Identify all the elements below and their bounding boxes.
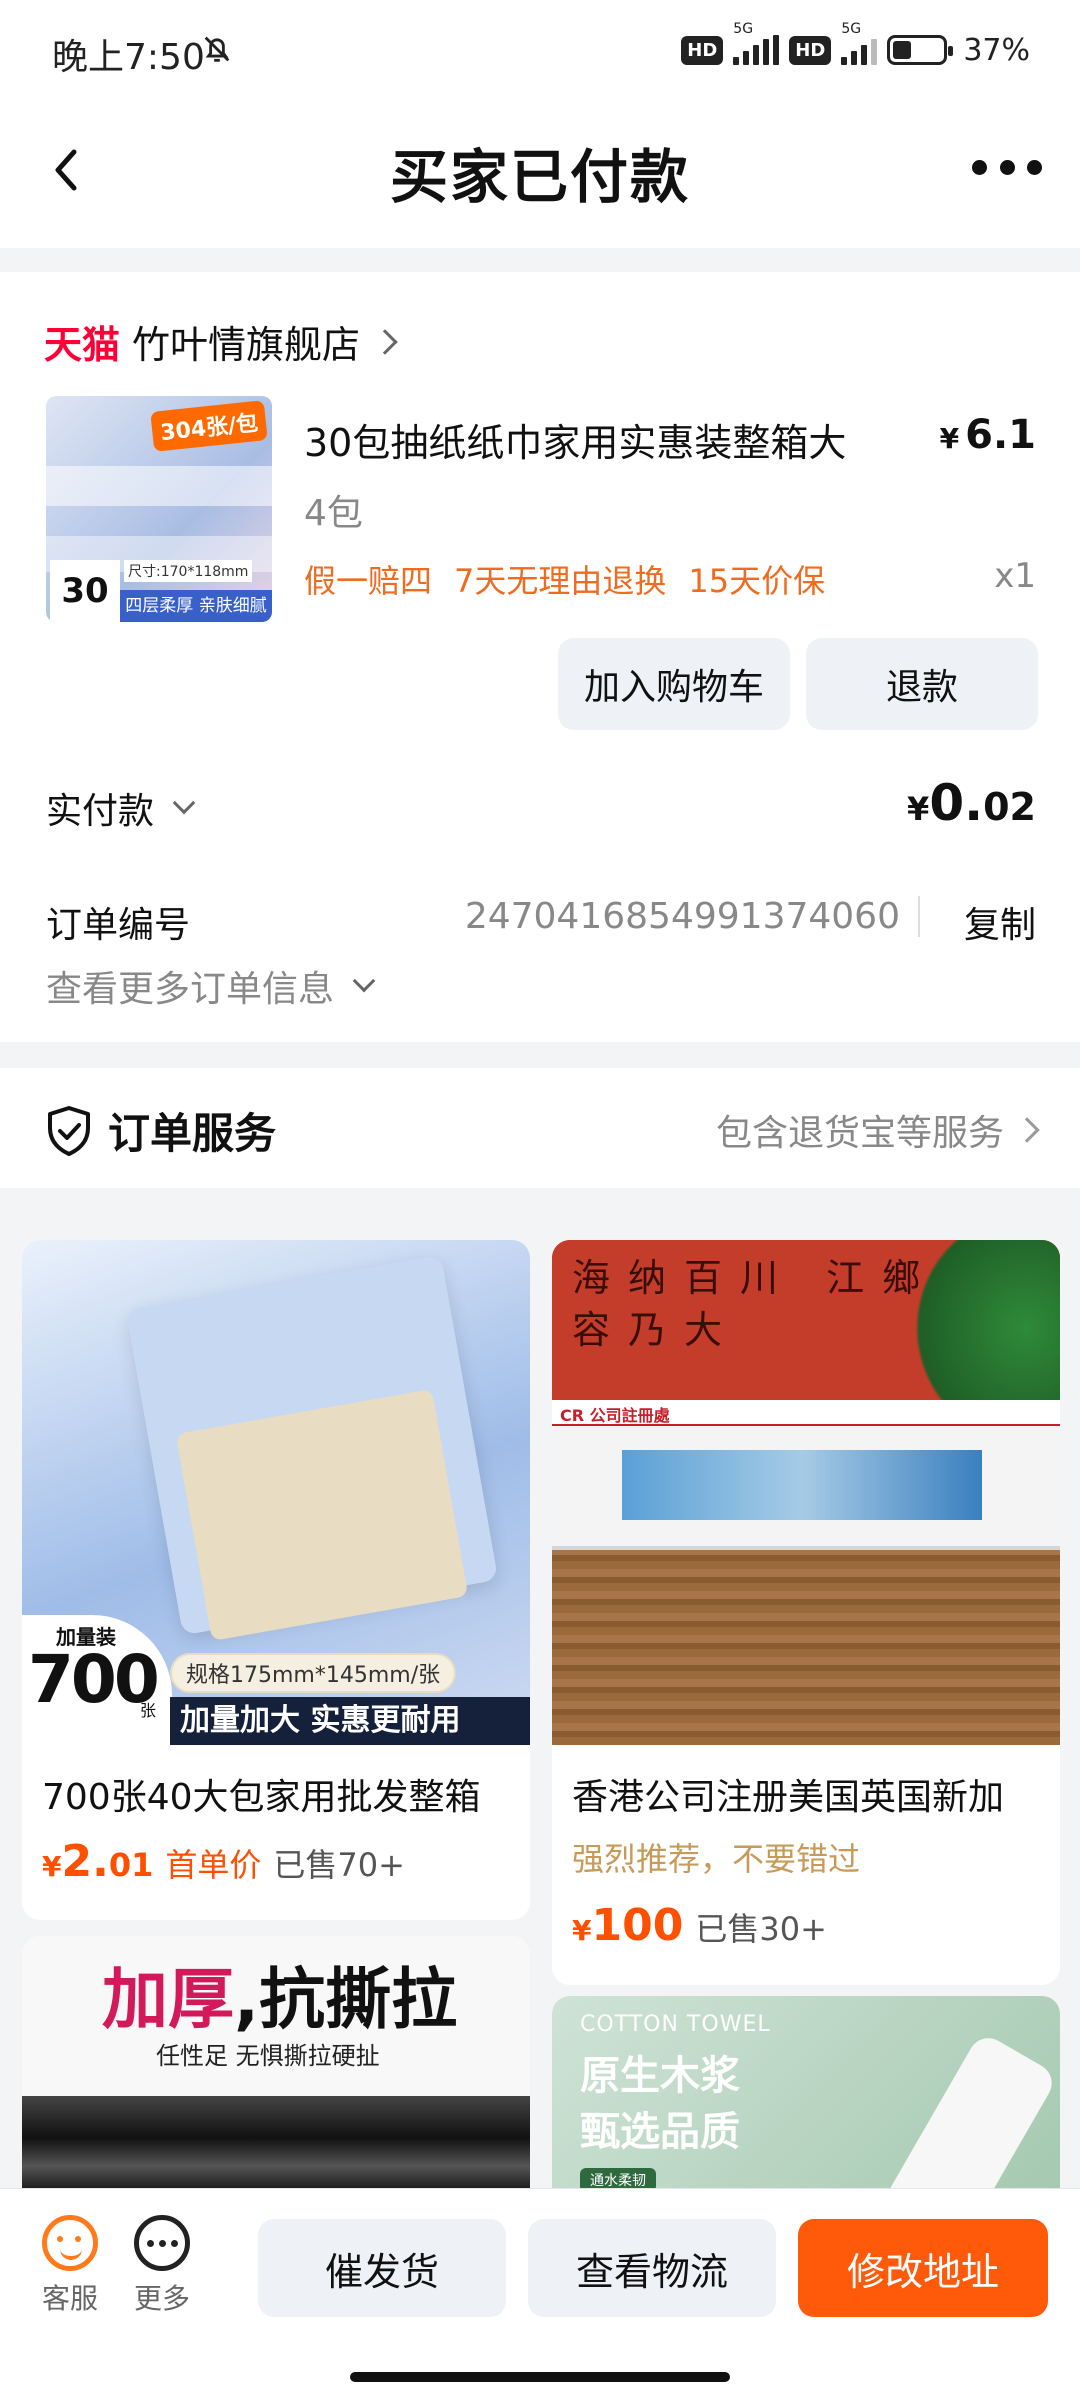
order-service-row[interactable]: 订单服务 包含退货宝等服务 <box>0 1068 1080 1188</box>
hd-icon: HD <box>681 35 724 65</box>
recommend-image: 海纳百川 江鄉有 容乃大 CR 公司註冊處 <box>552 1240 1060 1745</box>
home-indicator[interactable] <box>350 2372 730 2382</box>
order-card: 天猫 竹叶情旗舰店 304张/包 尺寸:170*118mm 30包 四层柔厚 亲… <box>0 272 1080 1042</box>
hd-icon-2: HD <box>789 35 832 65</box>
chevron-right-icon <box>372 328 398 355</box>
network-type-2: 5G <box>841 21 862 37</box>
customer-service-button[interactable]: 客服 <box>30 2215 110 2317</box>
product-spec: 4包 <box>304 493 363 534</box>
recommend-price: ¥100 <box>572 1900 684 1951</box>
recommendation-feed: 加量装 700 张 规格175mm*145mm/张 加量加大 实惠更耐用 700… <box>0 1240 1080 2296</box>
store-name: 竹叶情旗舰店 <box>132 323 361 367</box>
order-number-label: 订单编号 <box>46 905 191 946</box>
view-logistics-button[interactable]: 查看物流 <box>528 2219 776 2317</box>
paid-label: 实付款 <box>46 791 155 832</box>
chevron-down-icon <box>352 969 376 993</box>
image-subline: 任性足 无惧撕拉硬扯 <box>156 2042 380 2070</box>
more-order-info-toggle[interactable]: 查看更多订单信息 <box>46 960 376 1012</box>
change-address-button[interactable]: 修改地址 <box>798 2219 1048 2317</box>
more-icon <box>134 2215 190 2271</box>
shield-check-icon <box>48 1106 90 1156</box>
first-order-label: 首单价 <box>165 1846 262 1884</box>
page-title: 买家已付款 <box>389 143 690 211</box>
recommend-price-row: ¥100 已售30+ <box>572 1900 827 1951</box>
tmall-logo: 天猫 <box>44 323 121 367</box>
tag-7day-return: 7天无理由退换 <box>454 562 667 600</box>
order-service-desc: 包含退货宝等服务 <box>716 1104 1040 1156</box>
customer-service-icon <box>42 2215 98 2271</box>
image-en-text: COTTON TOWEL <box>580 2012 771 2037</box>
sold-count: 已售70+ <box>273 1846 405 1884</box>
more-order-info-label: 查看更多订单信息 <box>46 969 335 1010</box>
store-link[interactable]: 天猫 竹叶情旗舰店 <box>44 314 398 369</box>
product-price: ¥6.1 <box>939 412 1036 458</box>
product-title[interactable]: 30包抽纸纸巾家用实惠装整箱大 <box>304 412 904 467</box>
customer-service-label: 客服 <box>41 2282 98 2315</box>
image-banner: 加量加大 实惠更耐用 <box>170 1697 530 1745</box>
paid-amount-toggle[interactable]: 实付款 <box>46 782 196 834</box>
add-to-cart-button[interactable]: 加入购物车 <box>558 638 790 730</box>
bottom-action-bar: 客服 更多 催发货 查看物流 修改地址 <box>0 2188 1080 2400</box>
more-label: 更多 <box>133 2282 190 2315</box>
image-headline: 原生木浆 甄选品质 <box>580 2053 740 2155</box>
chevron-down-icon <box>172 791 196 815</box>
image-headline: 加厚,抗撕拉 <box>102 1961 458 2038</box>
paid-amount: ¥0.02 <box>907 774 1036 832</box>
recommend-image: 加量装 700 张 规格175mm*145mm/张 加量加大 实惠更耐用 <box>22 1240 530 1745</box>
network-type: 5G <box>733 21 754 37</box>
product-thumbnail[interactable]: 304张/包 尺寸:170*118mm 30包 四层柔厚 亲肤细腻 <box>46 396 272 622</box>
status-icons: HD 5G HD 5G 37% <box>681 21 1030 70</box>
more-button[interactable]: 更多 <box>122 2215 202 2317</box>
product-quantity: x1 <box>994 556 1036 596</box>
recommend-title: 700张40大包家用批发整箱 <box>42 1777 481 1818</box>
status-bar: 晚上7:50 HD 5G HD 5G 37% <box>0 0 1080 100</box>
tag-price-protection: 15天价保 <box>688 562 826 600</box>
signal-icon: 5G <box>733 21 780 65</box>
order-service-title: 订单服务 <box>108 1109 277 1158</box>
urge-shipping-button[interactable]: 催发货 <box>258 2219 506 2317</box>
battery-percent: 37% <box>963 32 1030 68</box>
chevron-right-icon <box>1014 1117 1040 1143</box>
recommend-price: ¥2.01 <box>42 1836 154 1887</box>
sold-count: 已售30+ <box>695 1910 827 1948</box>
service-tags: 假一赔四 7天无理由退换 15天价保 <box>304 556 825 602</box>
copy-button[interactable]: 复制 <box>964 896 1036 948</box>
image-website: CR 公司註冊處 <box>552 1400 1060 1550</box>
thumb-band: 四层柔厚 亲肤细腻 <box>120 590 272 622</box>
tag-fake-compensation: 假一赔四 <box>304 562 433 600</box>
thumb-count: 30包 <box>50 560 120 622</box>
refund-button[interactable]: 退款 <box>806 638 1038 730</box>
image-spec: 规格175mm*145mm/张 <box>170 1653 457 1693</box>
signal-icon-2: 5G <box>841 21 878 65</box>
recommend-price-row: ¥2.01 首单价 已售70+ <box>42 1836 405 1887</box>
order-number: 2470416854991374060 <box>465 896 920 937</box>
bell-muted-icon <box>204 36 230 62</box>
thumb-size: 尺寸:170*118mm <box>124 560 253 582</box>
recommend-slogan: 强烈推荐，不要错过 <box>572 1840 861 1878</box>
nav-bar: 买家已付款 <box>0 100 1080 248</box>
recommend-card[interactable]: 海纳百川 江鄉有 容乃大 CR 公司註冊處 香港公司注册美国英国新加 强烈推荐，… <box>552 1240 1060 1985</box>
recommend-card[interactable]: 加量装 700 张 规格175mm*145mm/张 加量加大 实惠更耐用 700… <box>22 1240 530 1920</box>
recommend-title: 香港公司注册美国英国新加 <box>572 1777 1005 1818</box>
image-badge: 加量装 700 张 <box>22 1615 172 1745</box>
status-time: 晚上7:50 <box>52 37 205 78</box>
battery-icon <box>887 35 954 65</box>
more-options-icon[interactable] <box>972 152 1042 182</box>
thumb-tag: 304张/包 <box>150 400 268 452</box>
